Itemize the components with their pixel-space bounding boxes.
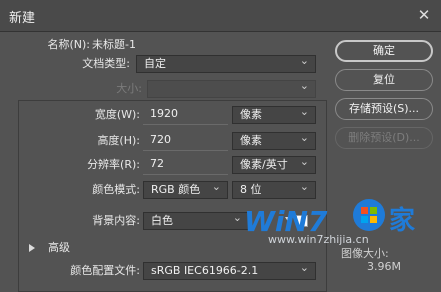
height-input[interactable]: 720 xyxy=(143,132,228,150)
doc-type-label: 文档类型: xyxy=(82,57,130,70)
background-label: 背景内容: xyxy=(92,214,140,227)
ok-button[interactable]: 确定 xyxy=(335,40,433,62)
background-select[interactable]: 白色 xyxy=(143,212,249,230)
height-underline xyxy=(143,150,228,151)
resolution-underline xyxy=(143,174,228,175)
width-label: 宽度(W): xyxy=(94,108,140,121)
width-unit-select[interactable]: 像素 xyxy=(232,106,316,124)
width-input[interactable]: 1920 xyxy=(143,106,228,124)
watermark-jia: 家 xyxy=(389,206,416,236)
save-preset-button[interactable]: 存储预设(S)... xyxy=(335,98,433,120)
close-icon[interactable]: ✕ xyxy=(411,5,437,25)
bit-depth-select[interactable]: 8 位 xyxy=(232,181,316,199)
name-value[interactable]: 未标题-1 xyxy=(92,36,136,54)
color-profile-label: 颜色配置文件: xyxy=(70,264,140,277)
size-label: 大小: xyxy=(116,82,142,95)
windows-logo-icon xyxy=(353,199,385,231)
image-size-value: 3.96M xyxy=(367,260,401,273)
resolution-input[interactable]: 72 xyxy=(143,156,228,174)
height-unit-select[interactable]: 像素 xyxy=(232,132,316,150)
height-label: 高度(H): xyxy=(97,134,140,147)
name-label: 名称(N): xyxy=(47,38,90,51)
width-underline xyxy=(143,124,228,125)
size-select xyxy=(147,80,316,98)
color-mode-label: 颜色模式: xyxy=(92,183,140,196)
resolution-unit-select[interactable]: 像素/英寸 xyxy=(232,156,316,174)
doc-type-select[interactable]: 自定 xyxy=(136,55,316,73)
delete-preset-button: 删除预设(D)... xyxy=(335,127,433,149)
advanced-toggle-icon[interactable] xyxy=(29,244,35,252)
dialog-title: 新建 xyxy=(9,11,36,26)
resolution-label: 分辨率(R): xyxy=(87,158,140,171)
title-bar[interactable]: 新建 ✕ xyxy=(0,0,441,32)
color-mode-select[interactable]: RGB 颜色 xyxy=(143,181,228,199)
color-profile-select[interactable]: sRGB IEC61966-2.1 xyxy=(143,262,316,280)
watermark-url: www.win7zhijia.cn xyxy=(268,233,369,246)
reset-button[interactable]: 复位 xyxy=(335,69,433,91)
advanced-label[interactable]: 高级 xyxy=(48,239,70,257)
